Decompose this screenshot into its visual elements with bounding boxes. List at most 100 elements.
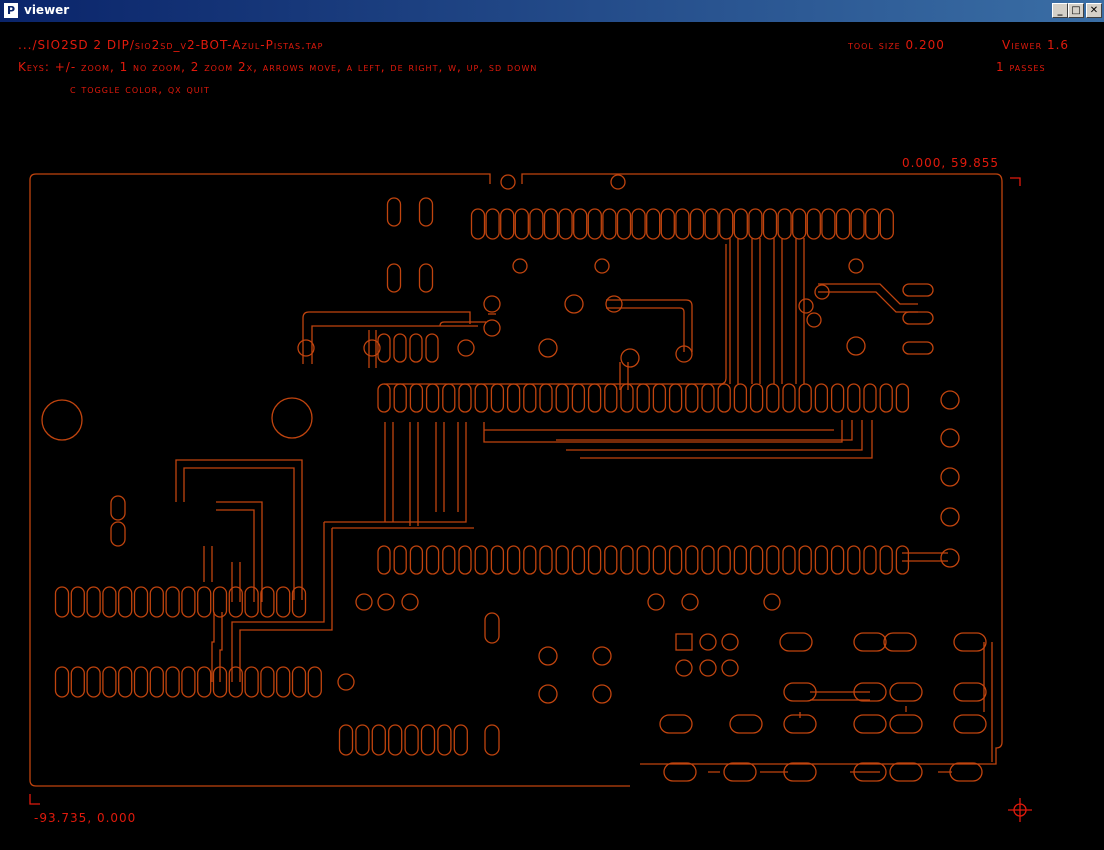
pad bbox=[689, 208, 705, 240]
pad bbox=[539, 545, 553, 575]
close-button[interactable]: ✕ bbox=[1086, 3, 1102, 18]
pad bbox=[458, 383, 472, 413]
trace bbox=[556, 420, 873, 459]
via bbox=[592, 646, 612, 666]
pad bbox=[660, 208, 675, 240]
pad bbox=[149, 586, 164, 618]
pad bbox=[276, 586, 291, 618]
pad bbox=[133, 666, 149, 698]
pad bbox=[573, 208, 588, 240]
via bbox=[483, 295, 501, 313]
pad bbox=[733, 383, 748, 413]
pad bbox=[393, 383, 407, 413]
pad bbox=[766, 383, 780, 413]
pad bbox=[409, 333, 423, 363]
pad bbox=[197, 586, 212, 618]
via bbox=[512, 258, 528, 274]
trace bbox=[203, 546, 241, 602]
trace bbox=[368, 330, 377, 368]
pad bbox=[889, 682, 923, 702]
pad bbox=[850, 208, 865, 240]
pad bbox=[165, 586, 180, 618]
pad bbox=[490, 545, 505, 575]
pad bbox=[733, 208, 748, 240]
pad bbox=[717, 383, 731, 413]
via bbox=[940, 507, 960, 527]
pad bbox=[953, 714, 987, 734]
pad bbox=[54, 586, 70, 618]
pad bbox=[425, 545, 440, 575]
trace bbox=[175, 459, 303, 600]
trace bbox=[983, 642, 993, 762]
pad bbox=[853, 632, 887, 652]
pad bbox=[853, 714, 887, 734]
trace bbox=[384, 244, 727, 385]
pad bbox=[604, 545, 618, 575]
pad bbox=[587, 383, 602, 413]
pad bbox=[54, 666, 70, 698]
pad bbox=[118, 586, 133, 618]
via bbox=[806, 312, 822, 328]
via bbox=[377, 593, 395, 611]
pad bbox=[668, 383, 683, 413]
maximize-button[interactable]: □ bbox=[1068, 3, 1084, 18]
via bbox=[538, 684, 558, 704]
via bbox=[699, 633, 717, 651]
trace bbox=[384, 422, 467, 526]
pad bbox=[889, 714, 923, 734]
via bbox=[538, 338, 558, 358]
pad bbox=[879, 545, 893, 575]
pad bbox=[506, 383, 521, 413]
pad bbox=[181, 666, 196, 698]
minimize-button[interactable]: _ bbox=[1052, 3, 1068, 18]
window-title: viewer bbox=[24, 3, 70, 17]
viewer-window: P viewer _ □ ✕ .../SIO2SD 2 DIP/sio2sd_v… bbox=[0, 0, 1104, 850]
pad bbox=[418, 197, 434, 227]
pad bbox=[902, 311, 934, 325]
pad bbox=[821, 208, 836, 240]
title-bar[interactable]: P viewer _ □ ✕ bbox=[0, 0, 1104, 22]
pad bbox=[470, 208, 486, 240]
pad bbox=[616, 208, 632, 240]
pad bbox=[474, 383, 488, 413]
pad bbox=[514, 208, 529, 240]
pad bbox=[425, 333, 439, 363]
pad bbox=[806, 208, 821, 240]
pad bbox=[571, 383, 586, 413]
pad bbox=[355, 724, 370, 756]
pad bbox=[409, 545, 424, 575]
pad bbox=[685, 545, 699, 575]
pad bbox=[863, 545, 877, 575]
pad bbox=[602, 208, 617, 240]
pad bbox=[212, 586, 228, 618]
pad bbox=[409, 383, 424, 413]
pad bbox=[889, 762, 923, 782]
pad bbox=[377, 545, 391, 575]
trace bbox=[439, 313, 496, 327]
pad bbox=[181, 586, 196, 618]
pad bbox=[437, 724, 452, 756]
pad bbox=[523, 545, 537, 575]
pad bbox=[620, 545, 634, 575]
pad bbox=[883, 632, 917, 652]
pcb-viewer-canvas[interactable]: .../SIO2SD 2 DIP/sio2sd_v2-BOT-Azul-Pist… bbox=[0, 22, 1104, 850]
pad bbox=[830, 545, 845, 575]
pad bbox=[733, 545, 748, 575]
pad bbox=[442, 383, 456, 413]
pad bbox=[847, 383, 861, 413]
via bbox=[592, 684, 612, 704]
via bbox=[940, 390, 960, 410]
pad bbox=[646, 208, 661, 240]
via bbox=[594, 258, 610, 274]
pad bbox=[110, 495, 126, 521]
pad bbox=[847, 545, 861, 575]
trace bbox=[606, 299, 693, 352]
pad bbox=[865, 208, 880, 240]
pad bbox=[102, 586, 117, 618]
pad bbox=[393, 545, 407, 575]
trace bbox=[483, 420, 843, 443]
pad bbox=[719, 208, 734, 240]
pad bbox=[555, 545, 569, 575]
pad bbox=[953, 632, 987, 652]
pad bbox=[260, 586, 275, 618]
